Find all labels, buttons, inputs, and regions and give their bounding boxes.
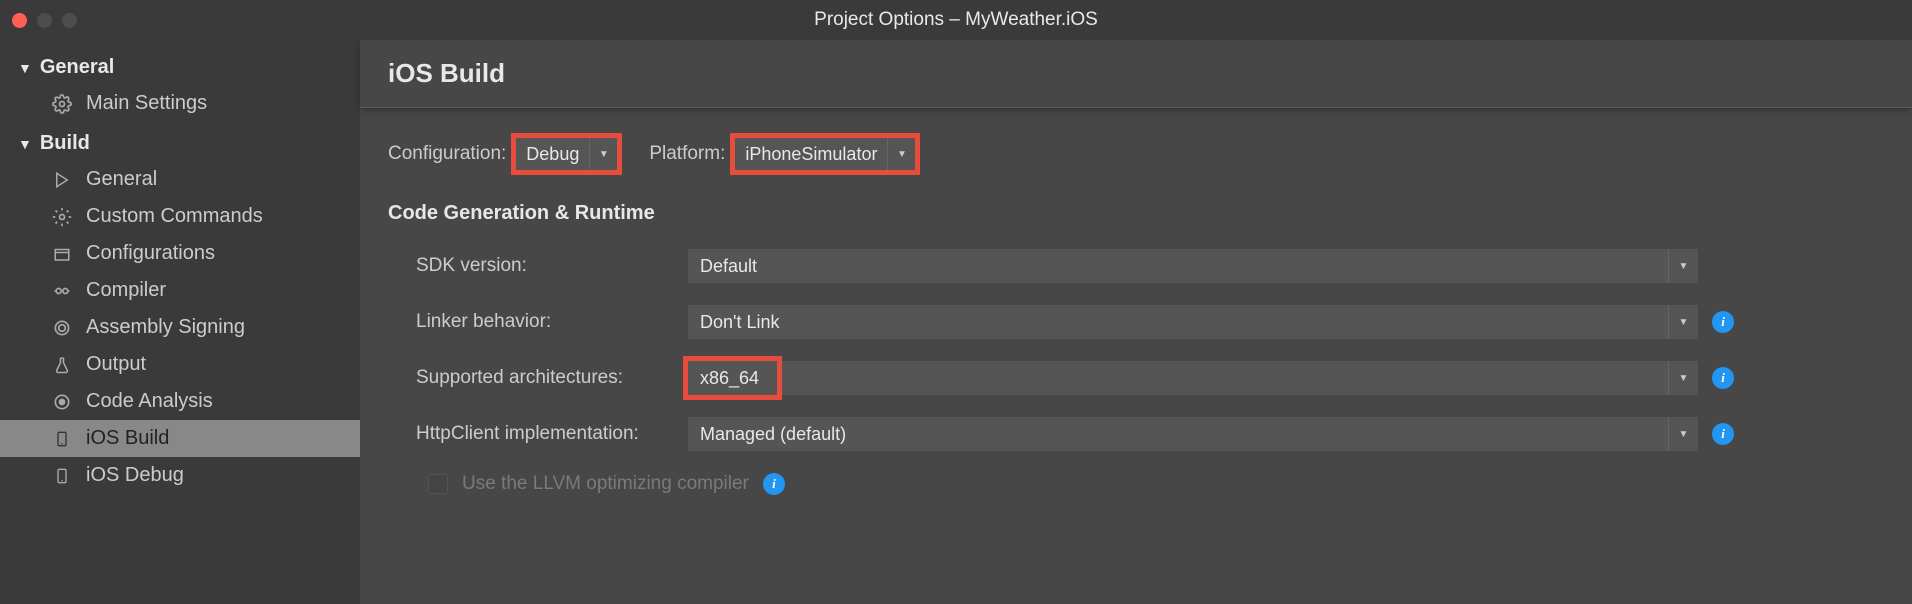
sidebar-item-ios-build[interactable]: iOS Build xyxy=(0,420,360,457)
httpclient-value: Managed (default) xyxy=(688,424,1668,445)
sdk-dropdown[interactable]: Default ▼ xyxy=(688,249,1698,283)
sidebar-item-label: Configurations xyxy=(86,242,215,265)
sidebar-section-build[interactable]: ▼ Build xyxy=(0,126,360,161)
configuration-dropdown[interactable]: Debug ▼ xyxy=(516,138,617,170)
caret-down-icon: ▼ xyxy=(1668,361,1698,395)
content-pane: iOS Build Configuration: Debug ▼ Platfor… xyxy=(360,40,1912,604)
sidebar-item-label: Main Settings xyxy=(86,92,207,115)
caret-down-icon: ▼ xyxy=(887,138,915,170)
sidebar-item-configurations[interactable]: Configurations xyxy=(0,235,360,272)
arch-value: x86_64 xyxy=(688,361,777,395)
page-title: iOS Build xyxy=(388,58,1884,89)
target-icon xyxy=(50,392,74,412)
configuration-value: Debug xyxy=(516,144,589,165)
sidebar: ▼ General Main Settings ▼ Build General xyxy=(0,40,360,604)
llvm-label: Use the LLVM optimizing compiler xyxy=(462,473,749,495)
disclosure-triangle-icon: ▼ xyxy=(18,60,32,76)
linker-value: Don't Link xyxy=(688,312,1668,333)
info-icon[interactable]: i xyxy=(763,473,785,495)
llvm-checkbox[interactable] xyxy=(428,474,448,494)
sidebar-section-label: General xyxy=(40,56,114,79)
phone-icon xyxy=(50,429,74,449)
traffic-lights xyxy=(12,13,77,28)
httpclient-dropdown[interactable]: Managed (default) ▼ xyxy=(688,417,1698,451)
caret-down-icon: ▼ xyxy=(1668,305,1698,339)
zoom-button[interactable] xyxy=(62,13,77,28)
caret-down-icon: ▼ xyxy=(589,138,617,170)
caret-down-icon: ▼ xyxy=(1668,417,1698,451)
platform-label: Platform: xyxy=(649,143,725,165)
sidebar-item-label: Assembly Signing xyxy=(86,316,245,339)
play-icon xyxy=(50,171,74,189)
sidebar-section-label: Build xyxy=(40,132,90,155)
platform-dropdown[interactable]: iPhoneSimulator ▼ xyxy=(735,138,915,170)
section-title: Code Generation & Runtime xyxy=(388,202,1884,225)
info-icon[interactable]: i xyxy=(1712,423,1734,445)
sidebar-item-compiler[interactable]: Compiler xyxy=(0,272,360,309)
config-row: Configuration: Debug ▼ Platform: iPhoneS… xyxy=(388,138,1884,170)
minimize-button[interactable] xyxy=(37,13,52,28)
sidebar-item-custom-commands[interactable]: Custom Commands xyxy=(0,198,360,235)
sidebar-item-general[interactable]: General xyxy=(0,161,360,198)
box-icon xyxy=(50,245,74,263)
sidebar-item-code-analysis[interactable]: Code Analysis xyxy=(0,383,360,420)
info-icon[interactable]: i xyxy=(1712,367,1734,389)
window-title: Project Options – MyWeather.iOS xyxy=(814,9,1098,31)
sdk-label: SDK version: xyxy=(388,255,688,277)
linker-dropdown[interactable]: Don't Link ▼ xyxy=(688,305,1698,339)
close-button[interactable] xyxy=(12,13,27,28)
sidebar-item-main-settings[interactable]: Main Settings xyxy=(0,85,360,122)
robot-icon xyxy=(50,281,74,301)
httpclient-label: HttpClient implementation: xyxy=(388,423,688,445)
gear-icon xyxy=(50,207,74,227)
linker-label: Linker behavior: xyxy=(388,311,688,333)
content-header: iOS Build xyxy=(360,40,1912,108)
phone-icon xyxy=(50,466,74,486)
arch-label: Supported architectures: xyxy=(388,367,688,389)
sidebar-item-ios-debug[interactable]: iOS Debug xyxy=(0,457,360,494)
sidebar-item-assembly-signing[interactable]: Assembly Signing xyxy=(0,309,360,346)
gear-icon xyxy=(50,94,74,114)
sidebar-item-label: Custom Commands xyxy=(86,205,263,228)
info-icon[interactable]: i xyxy=(1712,311,1734,333)
sidebar-item-label: Compiler xyxy=(86,279,166,302)
sidebar-item-label: Output xyxy=(86,353,146,376)
sidebar-item-label: General xyxy=(86,168,157,191)
arch-combobox[interactable]: x86_64 ▼ xyxy=(688,361,1698,395)
flask-icon xyxy=(50,356,74,374)
sdk-value: Default xyxy=(688,256,1668,277)
sidebar-item-label: iOS Debug xyxy=(86,464,184,487)
configuration-label: Configuration: xyxy=(388,143,506,165)
sidebar-item-output[interactable]: Output xyxy=(0,346,360,383)
titlebar: Project Options – MyWeather.iOS xyxy=(0,0,1912,40)
sidebar-item-label: Code Analysis xyxy=(86,390,213,413)
caret-down-icon: ▼ xyxy=(1668,249,1698,283)
platform-value: iPhoneSimulator xyxy=(735,144,887,165)
sidebar-section-general[interactable]: ▼ General xyxy=(0,50,360,85)
seal-icon xyxy=(50,318,74,338)
sidebar-item-label: iOS Build xyxy=(86,427,169,450)
disclosure-triangle-icon: ▼ xyxy=(18,136,32,152)
